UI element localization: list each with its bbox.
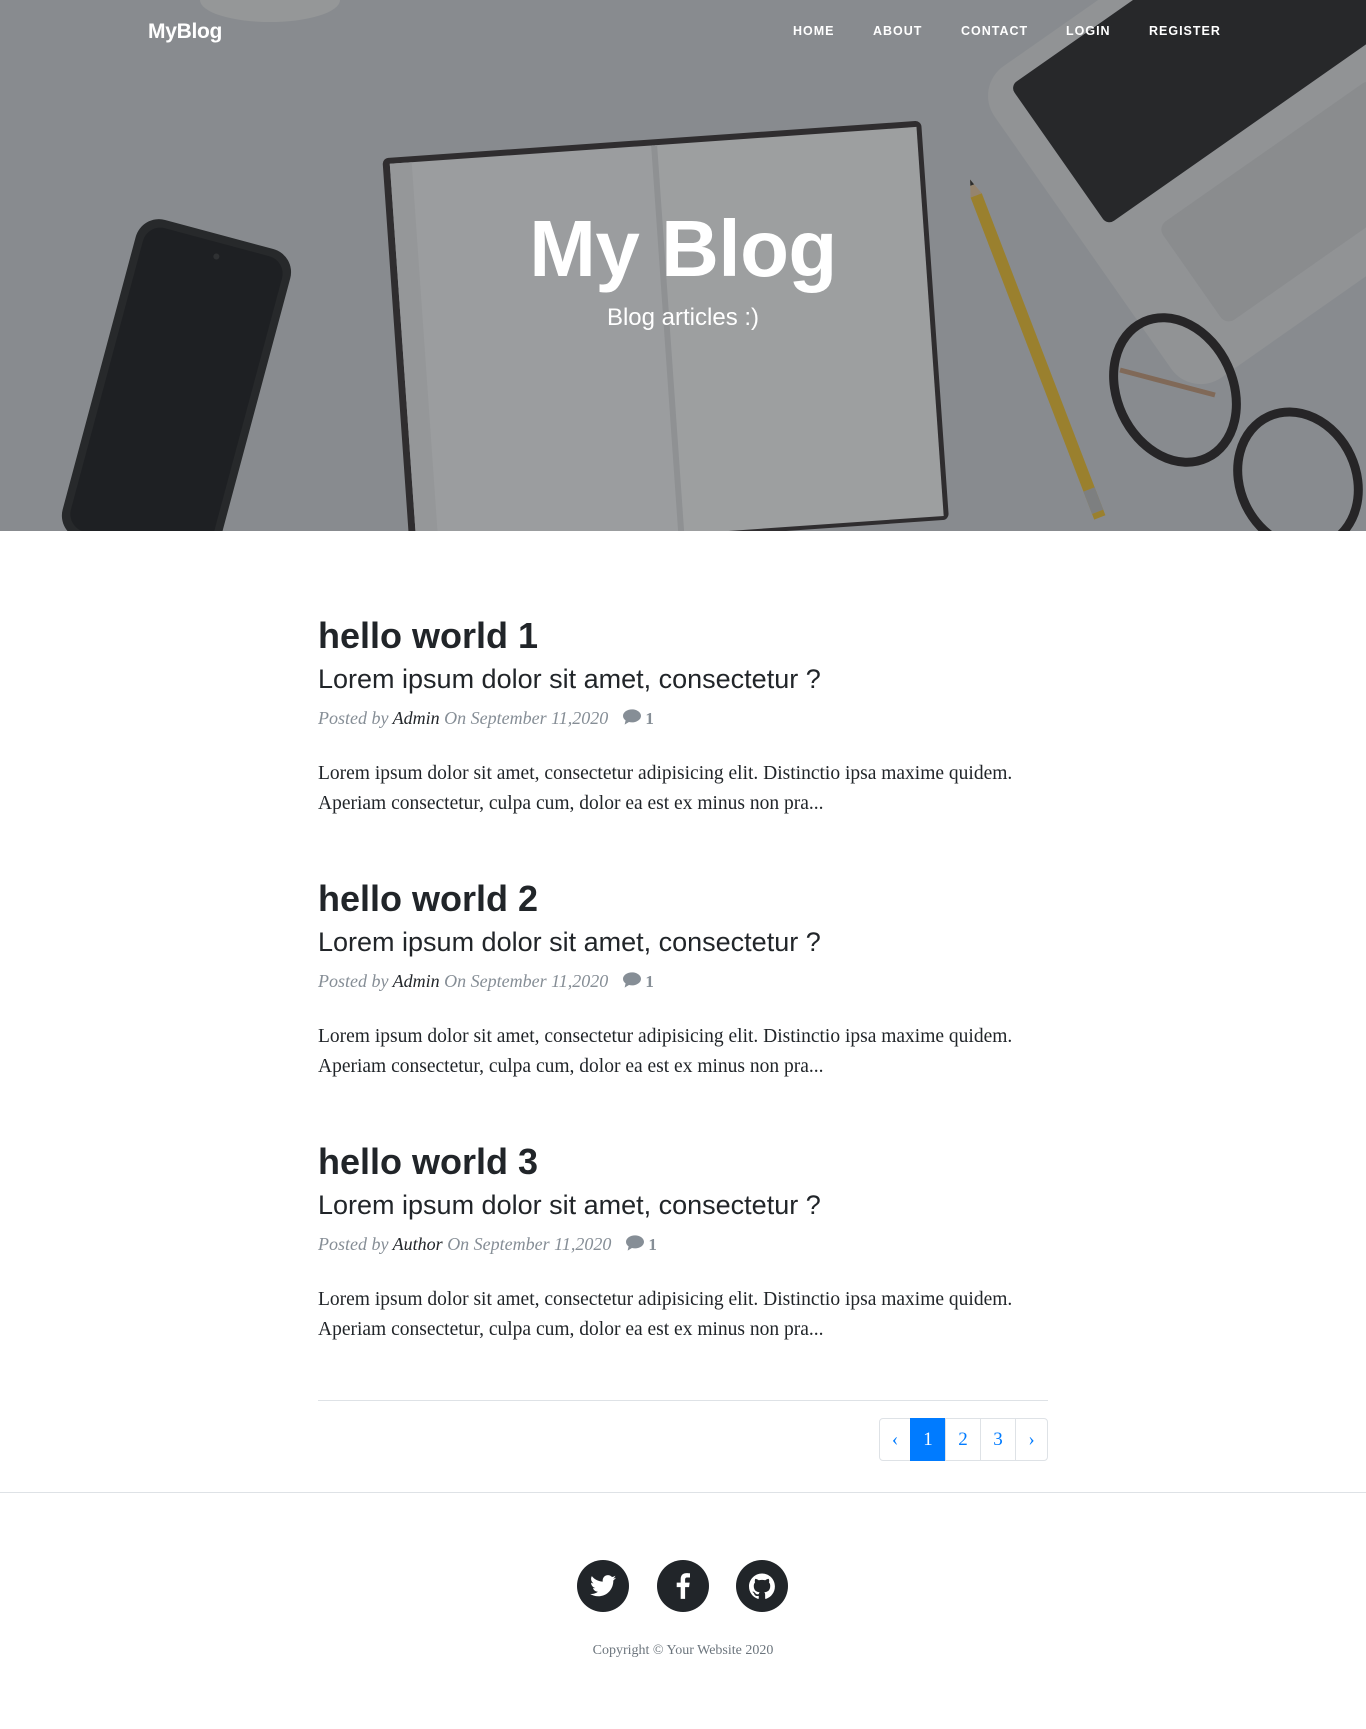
- post-meta: Posted by Author On September 11,2020 1: [318, 1232, 1048, 1257]
- navbar: MyBlog HOME ABOUT CONTACT LOGIN REGISTER: [0, 0, 1366, 68]
- post-author-link[interactable]: Admin: [393, 971, 440, 991]
- comment-count: 1: [648, 1235, 657, 1254]
- post-excerpt: Lorem ipsum dolor sit amet, consectetur …: [318, 1026, 1013, 1077]
- github-icon: [749, 1573, 775, 1599]
- post-meta-prefix: Posted by: [318, 971, 389, 991]
- nav-login-link[interactable]: LOGIN: [1066, 24, 1111, 38]
- post-author-link[interactable]: Admin: [393, 708, 440, 728]
- nav-contact-link[interactable]: CONTACT: [961, 24, 1028, 38]
- post-meta-prefix: Posted by: [318, 708, 389, 728]
- pagination-page-1[interactable]: 1: [910, 1418, 946, 1461]
- pagination-page-3[interactable]: 3: [980, 1418, 1016, 1461]
- github-button[interactable]: [736, 1560, 788, 1612]
- post-subtitle[interactable]: Lorem ipsum dolor sit amet, consectetur …: [318, 662, 1048, 696]
- social-links: [0, 1560, 1366, 1612]
- comment-icon: [625, 1235, 644, 1251]
- post-meta: Posted by Admin On September 11,2020 1: [318, 706, 1048, 731]
- twitter-button[interactable]: [577, 1560, 629, 1612]
- post-preview: hello world 3 Lorem ipsum dolor sit amet…: [318, 1140, 1048, 1345]
- post-author-link[interactable]: Author: [393, 1234, 443, 1254]
- post-subtitle[interactable]: Lorem ipsum dolor sit amet, consectetur …: [318, 1188, 1048, 1222]
- post-meta: Posted by Admin On September 11,2020 1: [318, 969, 1048, 994]
- post-title[interactable]: hello world 1: [318, 614, 1048, 658]
- pagination: ‹ 1 2 3 ›: [879, 1418, 1048, 1461]
- post-excerpt: Lorem ipsum dolor sit amet, consectetur …: [318, 763, 1013, 814]
- facebook-button[interactable]: [657, 1560, 709, 1612]
- comment-count: 1: [645, 709, 654, 728]
- post-subtitle[interactable]: Lorem ipsum dolor sit amet, consectetur …: [318, 925, 1048, 959]
- facebook-icon: [676, 1573, 690, 1599]
- masthead: MyBlog HOME ABOUT CONTACT LOGIN REGISTER…: [0, 0, 1366, 531]
- comment-icon: [622, 709, 641, 725]
- site-heading: My Blog: [529, 204, 837, 293]
- post-date: On September 11,2020: [444, 708, 609, 728]
- pagination-page-2[interactable]: 2: [945, 1418, 981, 1461]
- pagination-next-button[interactable]: ›: [1015, 1418, 1048, 1461]
- post-excerpt: Lorem ipsum dolor sit amet, consectetur …: [318, 1289, 1013, 1340]
- post-meta-prefix: Posted by: [318, 1234, 389, 1254]
- nav-about-link[interactable]: ABOUT: [873, 24, 922, 38]
- post-date: On September 11,2020: [447, 1234, 612, 1254]
- footer-border: [0, 1492, 1366, 1493]
- twitter-icon: [590, 1575, 616, 1597]
- comment-icon: [622, 972, 641, 988]
- post-title[interactable]: hello world 3: [318, 1140, 1048, 1184]
- post-preview: hello world 1 Lorem ipsum dolor sit amet…: [318, 614, 1048, 819]
- nav-home-link[interactable]: HOME: [793, 24, 835, 38]
- post-date: On September 11,2020: [444, 971, 609, 991]
- site-subheading: Blog articles :): [606, 304, 760, 331]
- post-title[interactable]: hello world 2: [318, 877, 1048, 921]
- comment-count: 1: [645, 972, 654, 991]
- post-preview: hello world 2 Lorem ipsum dolor sit amet…: [318, 877, 1048, 1082]
- pagination-prev-button[interactable]: ‹: [879, 1418, 911, 1461]
- nav-links: HOME ABOUT CONTACT LOGIN REGISTER: [0, 24, 1366, 44]
- nav-register-link[interactable]: REGISTER: [1149, 24, 1221, 38]
- copyright-text: Copyright © Your Website 2020: [592, 1643, 774, 1658]
- posts-divider: [318, 1400, 1048, 1401]
